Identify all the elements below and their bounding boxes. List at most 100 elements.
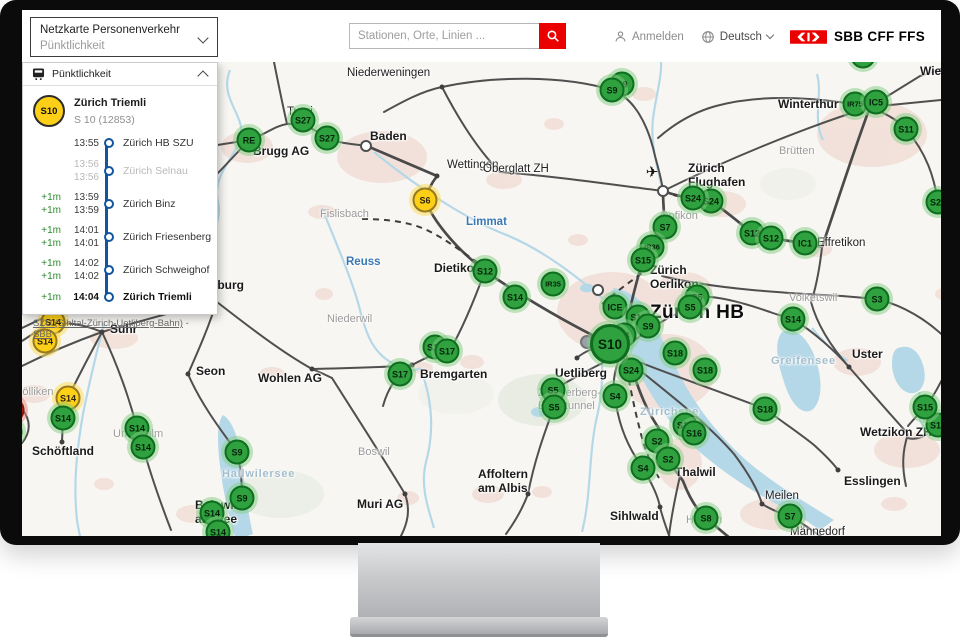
line-badge-s14[interactable]: S14	[503, 285, 528, 310]
map-place-label: Winterthur	[778, 98, 839, 112]
line-badge-re[interactable]: RE	[237, 128, 262, 153]
line-badge-s18[interactable]: S18	[753, 397, 778, 422]
stops-list: 13:55Zürich HB SZU13:56 13:56Zürich Seln…	[25, 132, 213, 308]
line-badge-s11[interactable]: S11	[894, 117, 919, 142]
line-badge[interactable]	[22, 398, 25, 423]
map-place-label: Boswil	[358, 446, 390, 459]
train-destination: Zürich Triemli	[74, 95, 146, 109]
search-icon	[546, 29, 560, 43]
line-badge-s12[interactable]: S12	[473, 259, 498, 284]
language-selector[interactable]: Deutsch	[701, 30, 773, 44]
line-badge-ir35[interactable]: IR35	[541, 272, 566, 297]
line-badge-ice[interactable]: ICE	[603, 295, 628, 320]
panel-header[interactable]: Pünktlichkeit	[23, 63, 217, 86]
line-badge-s2[interactable]: S2	[656, 447, 681, 472]
search-input[interactable]	[349, 23, 539, 49]
map-place-label: Thalwil	[675, 466, 716, 480]
line-badge-s8[interactable]: S8	[694, 506, 719, 531]
line-badge-s10[interactable]: S10	[590, 324, 630, 364]
chevron-up-icon	[197, 70, 208, 81]
stop-name: Zürich Selnau	[119, 165, 213, 177]
login-label: Anmelden	[632, 31, 684, 43]
line-badge-s18[interactable]: S18	[663, 341, 688, 366]
layer-dropdown-subtitle: Pünktlichkeit	[40, 39, 193, 55]
operator-link[interactable]: SZU (Sihltal-Zürich-Uetliberg-Bahn)	[33, 318, 183, 329]
stop-delay: +1m	[25, 291, 61, 304]
line-badge-ic5[interactable]: IC5	[864, 90, 889, 115]
sbb-arrows-icon	[790, 30, 827, 44]
line-badge-s14[interactable]: S14	[131, 435, 156, 460]
stop-name: Zürich Friesenberg	[119, 231, 213, 243]
map-place-label: Uetliberg	[555, 367, 607, 381]
line-badge-s26[interactable]: S26	[926, 190, 942, 215]
search-button[interactable]	[539, 23, 566, 49]
map-place-label: Brugg AG	[253, 145, 309, 159]
station-marker	[526, 492, 531, 497]
line-badge-s18[interactable]: S18	[693, 358, 718, 383]
line-badge[interactable]	[851, 62, 876, 69]
station-marker	[60, 440, 65, 445]
line-badge-s15[interactable]: S15	[631, 248, 656, 273]
line-badge-s27[interactable]: S27	[291, 108, 316, 133]
stop-delay: +1m +1m	[25, 224, 61, 250]
line-badge-s6[interactable]: S6	[413, 188, 438, 213]
timeline-stop: 13:56 13:56Zürich Selnau	[25, 154, 213, 187]
station-marker	[435, 174, 440, 179]
line-badge-s24[interactable]: S24	[681, 186, 706, 211]
line-badge-s9[interactable]: S9	[600, 78, 625, 103]
map-place-label: Seon	[196, 365, 225, 379]
sbb-logo[interactable]: SBB CFF FFS	[790, 29, 925, 44]
map-place-label: Uster	[852, 348, 883, 362]
map-place-label: Effretikon	[817, 237, 865, 250]
line-badge-s16[interactable]: S16	[682, 421, 707, 446]
line-badge-s9[interactable]: S9	[230, 486, 255, 511]
line-badge-s4[interactable]: S4	[603, 384, 628, 409]
station-marker	[657, 185, 669, 197]
map-place-label: Volketswil	[789, 292, 837, 305]
stop-name: Zürich HB SZU	[119, 137, 213, 149]
station-marker	[760, 502, 765, 507]
line-badge-s17[interactable]: S17	[435, 339, 460, 364]
timeline-node	[101, 265, 117, 275]
line-badge-s14[interactable]: S14	[51, 406, 76, 431]
train-summary: S10 Zürich Triemli S 10 (12853)	[23, 86, 217, 129]
line-badge-s5[interactable]: S5	[678, 295, 703, 320]
line-badge-s14[interactable]: S14	[781, 307, 806, 332]
chevron-down-icon	[197, 32, 208, 43]
sbb-link[interactable]: SBB	[33, 329, 52, 340]
line-badge-s7[interactable]: S7	[778, 504, 803, 529]
timeline-node	[101, 166, 117, 176]
map-place-label: Niederweningen	[347, 67, 430, 80]
map-place-label: Reuss	[346, 256, 381, 269]
monitor-stand-base	[350, 617, 608, 637]
search-bar	[349, 23, 566, 49]
line-badge-s9[interactable]: S9	[636, 314, 661, 339]
map-place-label: Wies	[920, 65, 941, 79]
line-badge-s24[interactable]: S24	[619, 358, 644, 383]
layer-dropdown-title: Netzkarte Personenverkehr	[40, 23, 193, 39]
train-icon	[32, 68, 45, 80]
timeline-stop: +1m +1m13:59 13:59Zürich Binz	[25, 187, 213, 220]
map-place-label: Wohlen AG	[258, 372, 322, 386]
line-badge-s4[interactable]: S4	[631, 456, 656, 481]
line-badge-s5[interactable]: S5	[542, 395, 567, 420]
line-badge-s15[interactable]: S15	[913, 395, 938, 420]
line-badge-s3[interactable]: S3	[865, 287, 890, 312]
station-marker	[658, 505, 663, 510]
line-badge-s27[interactable]: S27	[315, 126, 340, 151]
stop-time: 13:59 13:59	[63, 191, 99, 217]
line-badge-s12[interactable]: S12	[759, 226, 784, 251]
line-badge-s9[interactable]: S9	[225, 440, 250, 465]
desktop-background: NiederweningenTurgiBadenBrugg AGWettinge…	[0, 0, 960, 638]
line-badge-ic1[interactable]: IC1	[793, 231, 818, 256]
line-badge[interactable]	[22, 420, 23, 445]
layer-dropdown[interactable]: Netzkarte Personenverkehr Pünktlichkeit	[30, 17, 218, 57]
user-icon	[614, 30, 627, 43]
login-button[interactable]: Anmelden	[614, 30, 684, 43]
stop-name: Zürich Binz	[119, 198, 213, 210]
screen: NiederweningenTurgiBadenBrugg AGWettinge…	[22, 10, 941, 536]
timeline-stop: 13:55Zürich HB SZU	[25, 132, 213, 154]
line-badge-s17[interactable]: S17	[388, 362, 413, 387]
panel-title: Pünktlichkeit	[52, 68, 111, 80]
stop-name: Zürich Schweighof	[119, 264, 213, 276]
